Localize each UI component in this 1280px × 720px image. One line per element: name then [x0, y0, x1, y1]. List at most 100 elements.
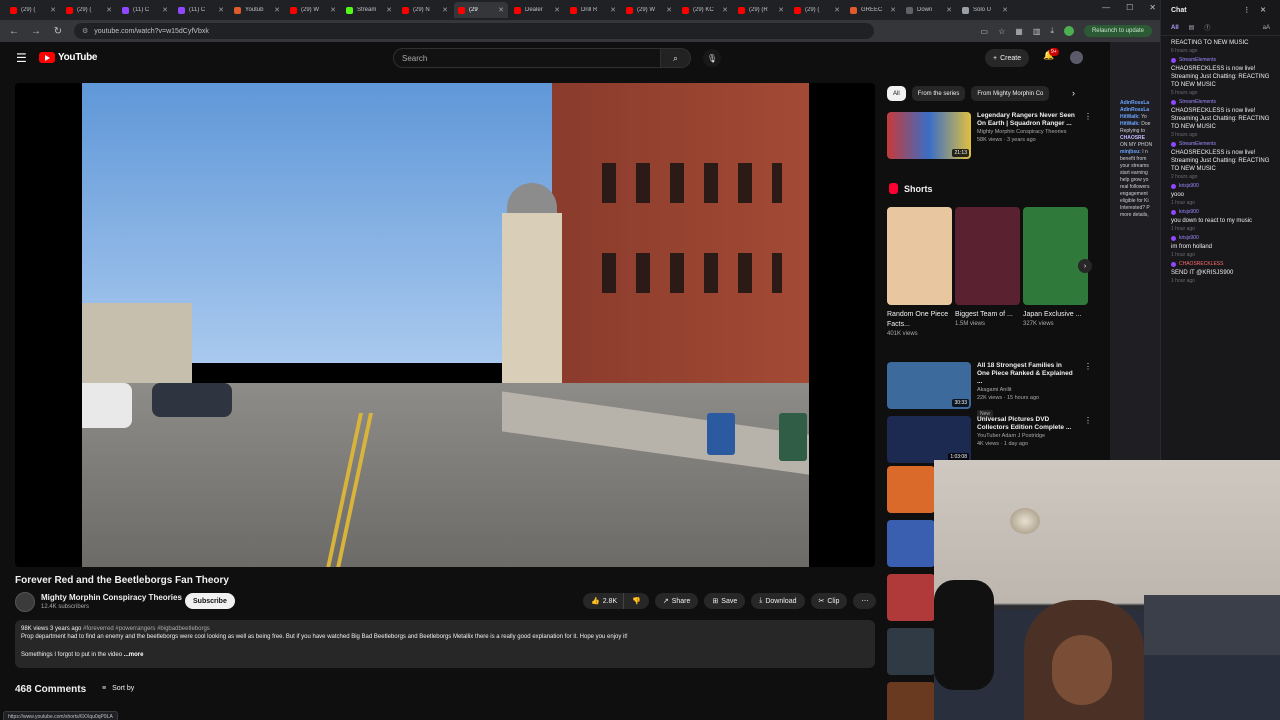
dislike-button[interactable]: 👎 — [623, 593, 649, 609]
tab-close-icon[interactable]: ✕ — [330, 6, 336, 14]
relaunch-button[interactable]: Relaunch to update — [1083, 25, 1152, 37]
browser-tab[interactable]: Drill R ✕ — [566, 2, 620, 18]
chat-tab-all[interactable]: All — [1171, 25, 1179, 31]
extensions-icon[interactable]: ▦ — [1015, 27, 1023, 36]
tab-close-icon[interactable]: ✕ — [946, 6, 952, 14]
show-more-link[interactable]: ...more — [124, 652, 144, 658]
chat-username[interactable]: StreamElements — [1179, 99, 1216, 105]
forward-icon[interactable]: → — [30, 26, 42, 37]
tab-close-icon[interactable]: ✕ — [722, 6, 728, 14]
browser-tab[interactable]: (29) N ✕ — [398, 2, 452, 18]
short-item[interactable]: Biggest Team of ... 1.5M views — [955, 207, 1020, 327]
recommendation-thumbnail[interactable] — [887, 574, 935, 621]
browser-tab[interactable]: (29) W ✕ — [622, 2, 676, 18]
recommendation-thumbnail[interactable] — [887, 682, 935, 720]
browser-tab[interactable]: (11) C ✕ — [118, 2, 172, 18]
clip-button[interactable]: ✂ Clip — [810, 593, 848, 609]
channel-name[interactable]: Mighty Morphin Conspiracy Theories — [41, 593, 182, 602]
video-player[interactable] — [15, 83, 875, 567]
browser-tab[interactable]: (29) (✕ — [62, 2, 116, 18]
tab-close-icon[interactable]: ✕ — [106, 6, 112, 14]
tab-close-icon[interactable]: ✕ — [554, 6, 560, 14]
chat-username[interactable]: krisjs900 — [1179, 183, 1199, 189]
filter-chip[interactable]: From the series — [911, 86, 966, 101]
more-vertical-icon[interactable]: ⋮ — [1084, 416, 1092, 463]
chat-username[interactable]: krisjs900 — [1179, 209, 1199, 215]
download-icon[interactable]: ⤓ — [1050, 26, 1054, 36]
menu-icon[interactable]: ☰ — [16, 51, 27, 65]
browser-tab[interactable]: (11) C ✕ — [174, 2, 228, 18]
tab-close-icon[interactable]: ✕ — [1002, 6, 1008, 14]
save-button[interactable]: ⊞ Save — [704, 593, 746, 609]
back-icon[interactable]: ← — [8, 26, 20, 37]
cast-icon[interactable]: ▭ — [981, 27, 989, 36]
shorts-next-icon[interactable]: › — [1078, 259, 1092, 273]
address-bar[interactable]: ⚙ youtube.com/watch?v=w15dCyfVbxk — [74, 23, 874, 39]
site-info-icon[interactable]: ⚙ — [82, 27, 88, 35]
browser-tab[interactable]: (29) (R ✕ — [734, 2, 788, 18]
search-button[interactable]: ⌕ — [661, 48, 691, 68]
tab-close-icon[interactable]: ✕ — [442, 6, 448, 14]
tab-close-icon[interactable]: ✕ — [274, 6, 280, 14]
filter-chip[interactable]: All — [887, 86, 906, 101]
channel-avatar[interactable] — [15, 592, 35, 612]
download-button[interactable]: ⤓ Download — [751, 593, 805, 609]
tab-close-icon[interactable]: ✕ — [386, 6, 392, 14]
sidebar-icon[interactable]: ▥ — [1033, 27, 1041, 36]
recommendation-item[interactable]: 1:03:08 Universal Pictures DVD Collectors… — [887, 416, 1092, 463]
reload-icon[interactable]: ↻ — [52, 26, 64, 37]
browser-tab[interactable]: (29) (✕ — [6, 2, 60, 18]
text-size-icon[interactable]: aA — [1263, 25, 1270, 31]
hashtags[interactable]: #foreverred #powerrangers #bigbadbeetleb… — [83, 626, 210, 632]
profile-avatar[interactable] — [1063, 26, 1074, 36]
browser-tab[interactable]: (29 ✕ — [454, 2, 508, 18]
maximize-icon[interactable]: ☐ — [1126, 3, 1133, 12]
tab-close-icon[interactable]: ✕ — [162, 6, 168, 14]
more-vertical-icon[interactable]: ⋮ — [1084, 112, 1092, 159]
sort-comments-button[interactable]: ≡ Sort by — [102, 685, 134, 692]
more-vertical-icon[interactable]: ⋮ — [1084, 362, 1092, 420]
browser-tab[interactable]: Solo U ✕ — [958, 2, 1012, 18]
subscribe-button[interactable]: Subscribe — [185, 593, 235, 609]
browser-tab[interactable]: GREEC ✕ — [846, 2, 900, 18]
tab-close-icon[interactable]: ✕ — [498, 6, 504, 14]
search-input[interactable]: Search — [393, 48, 661, 68]
account-avatar[interactable] — [1070, 51, 1083, 64]
tab-close-icon[interactable]: ✕ — [890, 6, 896, 14]
chat-username[interactable]: StreamElements — [1179, 141, 1216, 147]
create-button[interactable]: + Create — [985, 49, 1030, 67]
video-description[interactable]: 98K views 3 years ago #foreverred #power… — [15, 620, 875, 668]
voice-search-button[interactable]: 🎙 — [703, 49, 721, 67]
chat-username[interactable]: StreamElements — [1179, 57, 1216, 63]
chat-username[interactable]: CHAOSRECKLESS — [1179, 261, 1223, 267]
browser-tab[interactable]: Down ✕ — [902, 2, 956, 18]
tab-close-icon[interactable]: ✕ — [666, 6, 672, 14]
chat-header-controls[interactable]: ⋮ ✕ — [1243, 6, 1270, 14]
browser-tab[interactable]: Dealer ✕ — [510, 2, 564, 18]
tab-close-icon[interactable]: ✕ — [610, 6, 616, 14]
browser-tab[interactable]: (29) KC ✕ — [678, 2, 732, 18]
short-item[interactable]: Random One Piece Facts... 401K views — [887, 207, 952, 337]
browser-tab[interactable]: Stream ✕ — [342, 2, 396, 18]
tab-close-icon[interactable]: ✕ — [778, 6, 784, 14]
browser-tab[interactable]: (29) (✕ — [790, 2, 844, 18]
filter-chip[interactable]: From Mighty Morphin Co — [971, 86, 1050, 101]
browser-tab[interactable]: (29) W ✕ — [286, 2, 340, 18]
tab-close-icon[interactable]: ✕ — [50, 6, 56, 14]
tab-close-icon[interactable]: ✕ — [218, 6, 224, 14]
recommendation-thumbnail[interactable] — [887, 628, 935, 675]
recommendation-item[interactable]: 21:13 Legendary Rangers Never Seen On Ea… — [887, 112, 1092, 159]
chevron-right-icon[interactable]: › — [1072, 88, 1075, 98]
close-icon[interactable]: ✕ — [1149, 3, 1156, 12]
tab-close-icon[interactable]: ✕ — [834, 6, 840, 14]
chat-username[interactable]: krisjs900 — [1179, 235, 1199, 241]
share-button[interactable]: ↗ Share — [654, 593, 699, 609]
facebook-icon[interactable]: ⓕ — [1204, 23, 1210, 32]
youtube-logo[interactable]: YouTube — [39, 52, 98, 63]
bookmark-star-icon[interactable]: ☆ — [998, 27, 1005, 36]
recommendation-thumbnail[interactable] — [887, 520, 935, 567]
recommendation-item[interactable]: 30:33 All 18 Strongest Families in One Pi… — [887, 362, 1092, 420]
minimize-icon[interactable]: — — [1102, 3, 1110, 12]
browser-tab[interactable]: Youtub ✕ — [230, 2, 284, 18]
chat-tab-icon-1[interactable]: ▤ — [1189, 24, 1195, 31]
